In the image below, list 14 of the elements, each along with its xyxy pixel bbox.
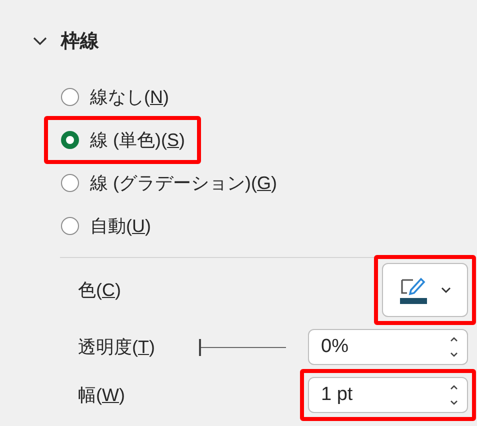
- spinner-icon: [449, 335, 459, 359]
- spin-box[interactable]: 1 pt: [308, 377, 468, 413]
- spinner-icon: [449, 383, 459, 407]
- pencil-icon: [398, 275, 428, 305]
- field-label: 色(C): [77, 279, 122, 302]
- radio-button[interactable]: 線 (単色)(S): [61, 128, 185, 152]
- section-header[interactable]: 枠線: [0, 0, 476, 54]
- radio-button[interactable]: 線なし(N): [61, 84, 169, 108]
- radio-button[interactable]: 自動(U): [61, 214, 151, 238]
- color-button[interactable]: [382, 263, 468, 317]
- spin-box[interactable]: 0%: [308, 329, 468, 365]
- radio-button[interactable]: 線 (グラデーション)(G): [61, 170, 277, 194]
- field-label: 透明度(T): [77, 336, 156, 359]
- field-label: 幅(W): [77, 384, 126, 407]
